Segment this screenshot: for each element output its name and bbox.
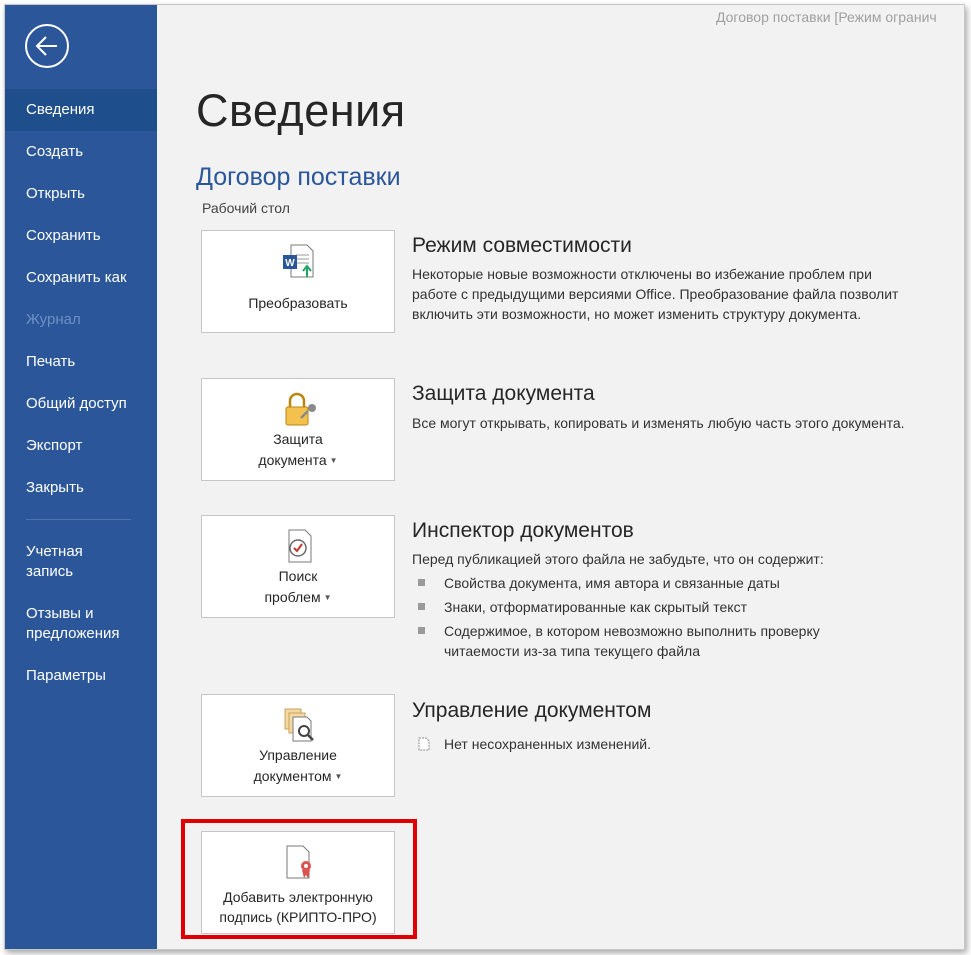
compat-mode-title: Режим совместимости (412, 234, 632, 257)
check-for-issues-button[interactable]: Поиск проблем ▼ (201, 515, 395, 618)
compat-mode-text: Некоторые новые возможности отключены во… (412, 266, 899, 322)
nav-item-account[interactable]: Учетная запись (5, 542, 157, 586)
chevron-down-icon: ▼ (323, 593, 332, 602)
nav-item-account-line2: запись (26, 563, 74, 580)
bullet-square-icon (418, 603, 425, 610)
manage-document-title: Управление документом (412, 699, 652, 722)
word-convert-icon: W (283, 244, 314, 278)
convert-button-label: Преобразовать (248, 295, 348, 311)
convert-button[interactable]: W Преобразовать (201, 230, 395, 333)
back-button[interactable] (25, 24, 69, 68)
back-arrow-icon (35, 36, 57, 56)
check-for-issues-label-line1: Поиск (278, 568, 318, 584)
nav-item-history: Журнал (26, 311, 81, 328)
protect-document-button[interactable]: Защита документа ▼ (201, 378, 395, 481)
nav-item-save[interactable]: Сохранить (5, 215, 157, 257)
sidebar-divider (26, 519, 131, 520)
backstage-window: Сведения Создать Открыть Сохранить Сохра… (4, 4, 965, 950)
protect-document-title: Защита документа (412, 382, 595, 405)
document-check-icon (288, 529, 312, 563)
nav-item-print[interactable]: Печать (5, 341, 157, 383)
nav-item-open[interactable]: Открыть (5, 173, 157, 215)
inspector-bullet-text: Знаки, отформатированные как скрытый тек… (444, 599, 747, 615)
inspector-bullet-text: Свойства документа, имя автора и связанн… (444, 575, 780, 591)
document-small-icon (418, 737, 430, 751)
document-location: Рабочий стол (202, 200, 290, 216)
highlight-frame (181, 819, 417, 939)
nav-item-feedback-line2: предложения (26, 625, 120, 642)
lock-key-icon (285, 392, 316, 426)
nav-item-new[interactable]: Создать (5, 131, 157, 173)
protect-document-label-line2: документа ▼ (258, 452, 338, 468)
chevron-down-icon: ▼ (334, 772, 343, 781)
manage-document-label-line2: документом ▼ (253, 768, 343, 784)
nav-item-save-as[interactable]: Сохранить как (5, 257, 157, 299)
manage-document-button[interactable]: Управление документом ▼ (201, 694, 395, 797)
backstage-sidebar: Сведения Создать Открыть Сохранить Сохра… (5, 5, 157, 949)
nav-item-close[interactable]: Закрыть (5, 467, 157, 509)
inspector-text: Перед публикацией этого файла не забудьт… (412, 551, 824, 567)
bullet-square-icon (418, 579, 425, 586)
protect-document-text: Все могут открывать, копировать и изменя… (412, 415, 905, 431)
nav-item-feedback-line1: Отзывы и (26, 605, 94, 622)
document-name: Договор поставки (196, 163, 401, 191)
nav-item-export[interactable]: Экспорт (5, 425, 157, 467)
manage-document-status-text: Нет несохраненных изменений. (444, 736, 651, 752)
nav-item-options[interactable]: Параметры (5, 655, 157, 697)
nav-item-account-line1: Учетная (26, 543, 83, 560)
manage-document-label-line1: Управление (259, 747, 337, 763)
svg-text:W: W (285, 258, 295, 269)
window-title: Договор поставки [Режим огранич (716, 9, 937, 25)
chevron-down-icon: ▼ (329, 456, 338, 465)
documents-search-icon (284, 708, 314, 742)
nav-item-share[interactable]: Общий доступ (5, 383, 157, 425)
page-title: Сведения (196, 85, 406, 136)
nav-item-feedback[interactable]: Отзывы и предложения (5, 604, 157, 648)
check-for-issues-label-line2: проблем ▼ (264, 589, 332, 605)
protect-document-label-line1: Защита (273, 431, 323, 447)
nav-item-info[interactable]: Сведения (5, 89, 157, 131)
bullet-square-icon (418, 627, 425, 634)
inspector-bullet-text: Содержимое, в котором невозможно выполни… (444, 623, 820, 659)
inspector-title: Инспектор документов (412, 519, 634, 542)
